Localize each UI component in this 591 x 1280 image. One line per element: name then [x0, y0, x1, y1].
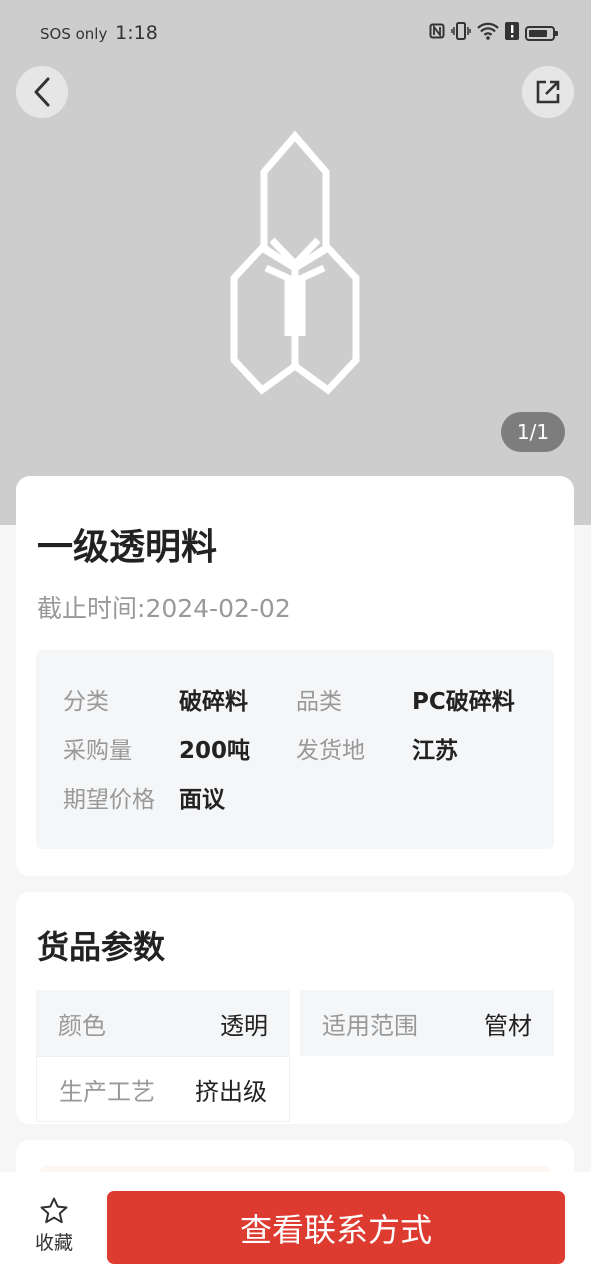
params-title: 货品参数	[37, 928, 166, 966]
deadline-label: 截止时间:	[37, 594, 146, 623]
price-label: 期望价格	[63, 787, 155, 813]
deadline: 截止时间:2024-02-02	[37, 589, 291, 625]
origin-value: 江苏	[412, 738, 458, 764]
view-contact-button[interactable]: 查看联系方式	[107, 1191, 565, 1264]
status-bar: SOS only 1:18	[0, 0, 591, 66]
category-label: 分类	[63, 689, 109, 715]
favorite-label: 收藏	[34, 1232, 73, 1254]
quantity-label: 采购量	[63, 738, 132, 764]
quantity-value: 200吨	[179, 738, 251, 764]
clock: 1:18	[115, 22, 158, 44]
bottom-action-bar: 收藏 查看联系方式	[0, 1172, 591, 1280]
battery-icon	[525, 26, 558, 41]
origin-label: 发货地	[296, 738, 365, 764]
type-value: PC破碎料	[412, 689, 515, 715]
param-label: 颜色	[58, 1011, 106, 1040]
param-value: 透明	[220, 1011, 268, 1040]
product-title: 一级透明料	[37, 527, 218, 568]
image-pager: 1/1	[501, 412, 565, 452]
product-params-card: 货品参数 颜色 透明 适用范围 管材 生产工艺 挤出级	[16, 892, 574, 1124]
favorite-button[interactable]: 收藏	[30, 1196, 78, 1255]
param-label: 适用范围	[322, 1011, 418, 1040]
brand-logo	[230, 130, 360, 395]
type-label: 品类	[296, 689, 342, 715]
param-color: 颜色 透明	[36, 990, 290, 1056]
alert-icon	[505, 22, 519, 45]
star-icon	[40, 1197, 68, 1224]
vibrate-icon	[451, 22, 471, 45]
deadline-value: 2024-02-02	[145, 594, 291, 623]
product-summary-card: 一级透明料 截止时间:2024-02-02 分类 破碎料 品类 PC破碎料 采购…	[16, 476, 574, 876]
param-value: 挤出级	[195, 1077, 267, 1106]
param-label: 生产工艺	[59, 1077, 155, 1106]
param-value: 管材	[484, 1011, 532, 1040]
chevron-left-icon	[34, 77, 50, 107]
wifi-icon	[477, 22, 499, 45]
category-value: 破碎料	[179, 689, 248, 715]
share-external-icon	[536, 80, 560, 104]
param-application: 适用范围 管材	[300, 990, 554, 1056]
nfc-icon	[429, 23, 445, 44]
share-button[interactable]	[522, 66, 574, 118]
back-button[interactable]	[16, 66, 68, 118]
carrier-text: SOS only	[40, 25, 108, 43]
param-process: 生产工艺 挤出级	[36, 1056, 290, 1122]
product-image-area[interactable]: 1/1	[0, 0, 591, 525]
price-value: 面议	[179, 787, 225, 813]
info-box: 分类 破碎料 品类 PC破碎料 采购量 200吨 发货地 江苏 期望价格 面议	[36, 650, 554, 849]
